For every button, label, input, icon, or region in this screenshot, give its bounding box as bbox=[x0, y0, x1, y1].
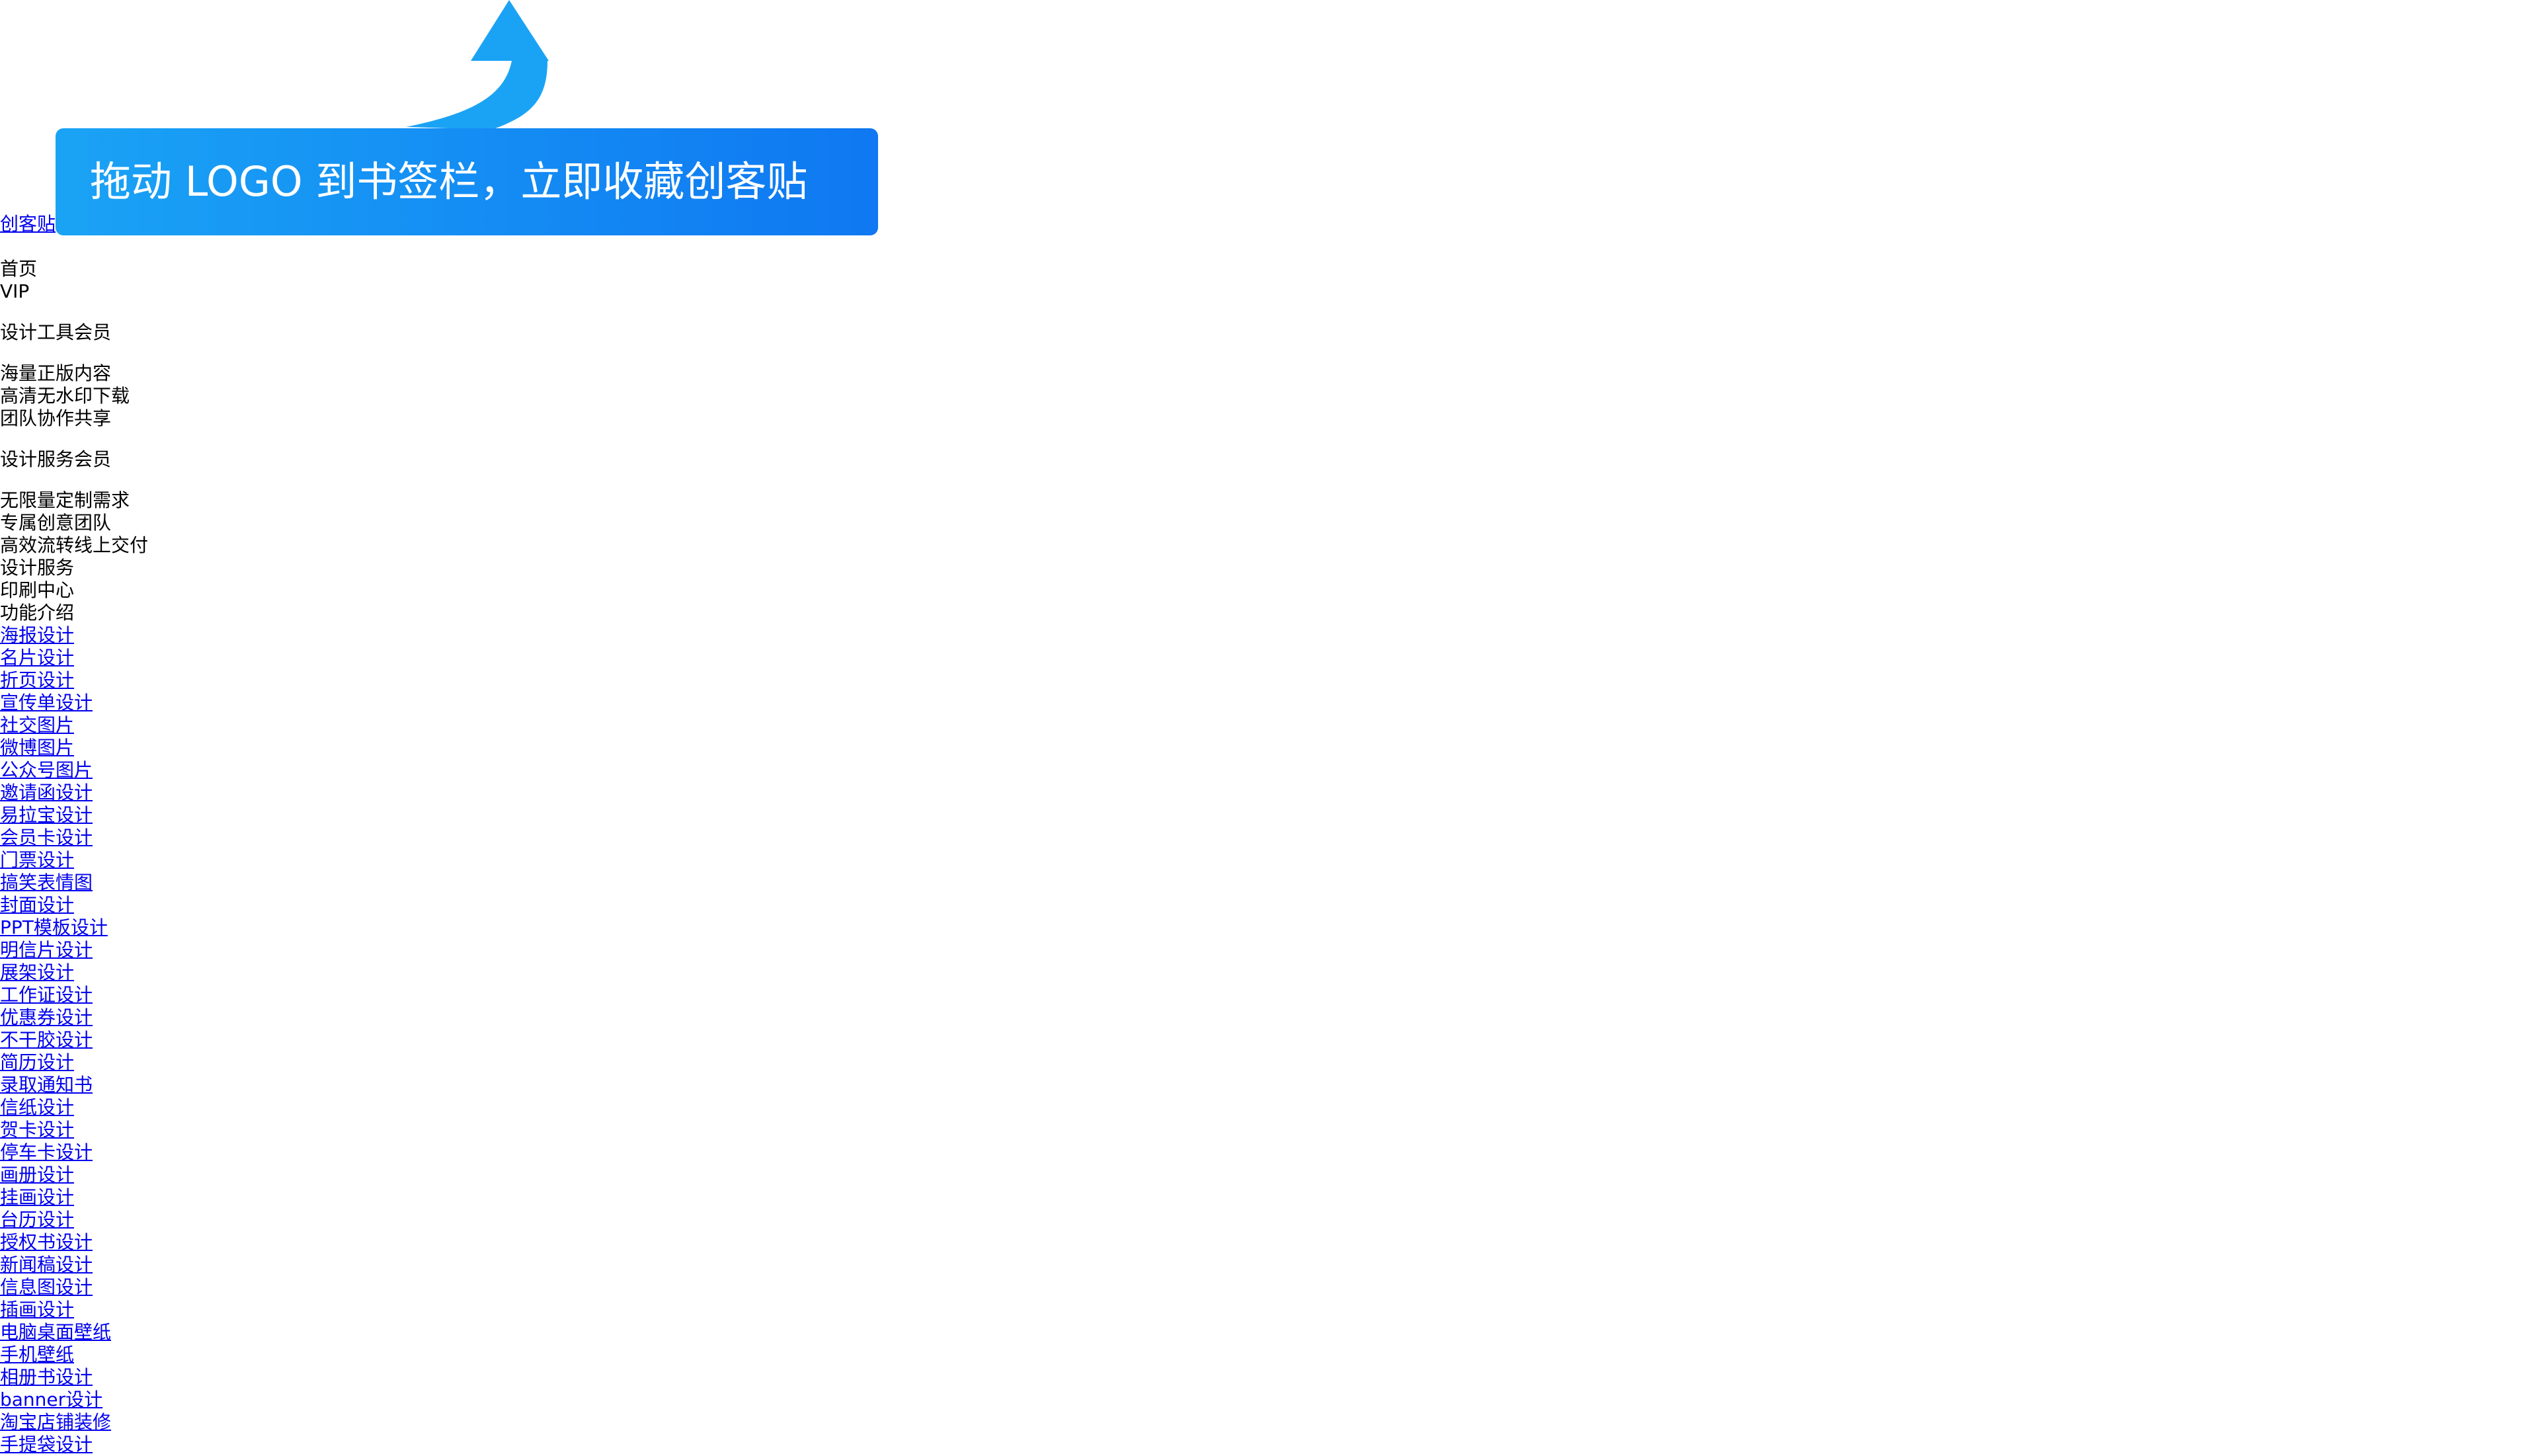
logo-link[interactable]: 创客贴 bbox=[0, 213, 56, 235]
design-link[interactable]: 公众号图片 bbox=[0, 759, 148, 782]
design-link[interactable]: 工作证设计 bbox=[0, 984, 148, 1006]
design-links-list: 海报设计 名片设计 折页设计 宣传单设计 社交图片 微博图片 公众号图片 邀请函设计 易拉宝设计… bbox=[0, 624, 148, 1456]
design-link[interactable]: 手机壁纸 bbox=[0, 1344, 148, 1366]
design-link[interactable]: 微博图片 bbox=[0, 737, 148, 759]
design-link[interactable]: 插画设计 bbox=[0, 1299, 148, 1321]
design-link[interactable]: 简历设计 bbox=[0, 1051, 148, 1074]
menu-design-service[interactable]: 设计服务 bbox=[0, 557, 148, 579]
menu-features-intro[interactable]: 功能介绍 bbox=[0, 602, 148, 624]
design-link[interactable]: 不干胶设计 bbox=[0, 1029, 148, 1051]
design-link[interactable]: 海报设计 bbox=[0, 624, 148, 647]
design-link[interactable]: 新闻稿设计 bbox=[0, 1254, 148, 1276]
tooltip-text: 拖动 LOGO 到书签栏，立即收藏创客贴 bbox=[56, 128, 878, 235]
design-link[interactable]: 停车卡设计 bbox=[0, 1141, 148, 1164]
design-link[interactable]: 会员卡设计 bbox=[0, 827, 148, 849]
bookmark-tooltip: 拖动 LOGO 到书签栏，立即收藏创客贴 bbox=[56, 0, 878, 237]
design-link[interactable]: 录取通知书 bbox=[0, 1074, 148, 1096]
design-link[interactable]: 易拉宝设计 bbox=[0, 804, 148, 827]
design-link[interactable]: 明信片设计 bbox=[0, 939, 148, 961]
tool-feature-item: 海量正版内容 bbox=[0, 362, 112, 384]
service-feature-item: 高效流转线上交付 bbox=[0, 534, 149, 556]
design-link[interactable]: 邀请函设计 bbox=[0, 782, 148, 804]
tool-membership-title: 设计工具会员 bbox=[0, 321, 112, 343]
design-link[interactable]: banner设计 bbox=[0, 1389, 148, 1411]
design-link[interactable]: 手提袋设计 bbox=[0, 1434, 148, 1456]
design-link[interactable]: 搞笑表情图 bbox=[0, 871, 148, 894]
design-link[interactable]: 相册书设计 bbox=[0, 1366, 148, 1389]
design-link[interactable]: 宣传单设计 bbox=[0, 692, 148, 714]
design-link[interactable]: 名片设计 bbox=[0, 647, 148, 669]
design-link[interactable]: 画册设计 bbox=[0, 1164, 148, 1186]
service-membership-title: 设计服务会员 bbox=[0, 448, 112, 470]
nav-home[interactable]: 首页 bbox=[0, 258, 148, 280]
design-link[interactable]: 信息图设计 bbox=[0, 1276, 148, 1299]
design-link[interactable]: 台历设计 bbox=[0, 1209, 148, 1231]
design-link[interactable]: 淘宝店铺装修 bbox=[0, 1411, 148, 1434]
service-feature-item: 无限量定制需求 bbox=[0, 489, 130, 511]
nav-vip[interactable]: VIP bbox=[0, 280, 148, 303]
tool-feature-item: 团队协作共享 bbox=[0, 407, 112, 429]
design-link[interactable]: 展架设计 bbox=[0, 961, 148, 984]
service-feature-item: 专属创意团队 bbox=[0, 512, 112, 534]
design-link[interactable]: 信纸设计 bbox=[0, 1096, 148, 1119]
menu-print-center[interactable]: 印刷中心 bbox=[0, 579, 148, 602]
design-link[interactable]: 授权书设计 bbox=[0, 1231, 148, 1254]
tool-feature-item: 高清无水印下载 bbox=[0, 385, 130, 407]
design-link[interactable]: 贺卡设计 bbox=[0, 1119, 148, 1141]
design-link[interactable]: 优惠券设计 bbox=[0, 1006, 148, 1029]
design-link[interactable]: 社交图片 bbox=[0, 714, 148, 737]
design-link[interactable]: 挂画设计 bbox=[0, 1186, 148, 1209]
design-link[interactable]: 门票设计 bbox=[0, 849, 148, 871]
page-content: 创客贴 首页 VIP 设计工具会员 海量正版内容 高清无水印下载 团队协作共享 … bbox=[0, 213, 148, 1456]
design-link[interactable]: 电脑桌面壁纸 bbox=[0, 1321, 148, 1344]
design-link[interactable]: PPT模板设计 bbox=[0, 916, 148, 939]
design-link[interactable]: 封面设计 bbox=[0, 894, 148, 916]
design-link[interactable]: 折页设计 bbox=[0, 669, 148, 692]
